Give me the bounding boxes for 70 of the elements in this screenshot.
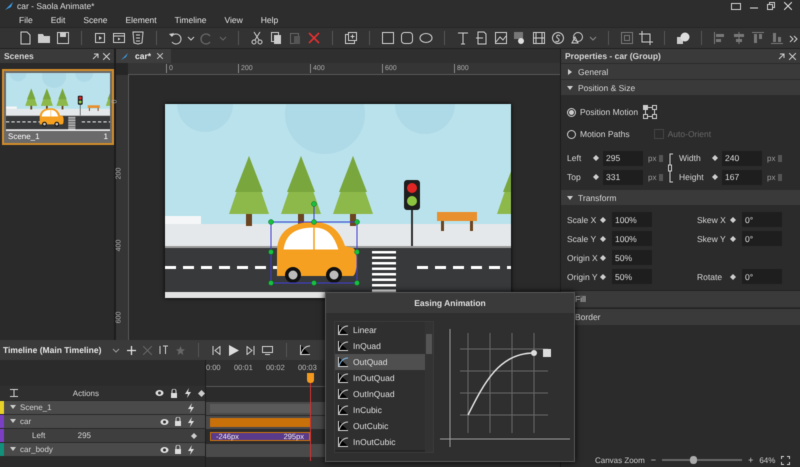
input-field[interactable]: 100% (612, 212, 652, 227)
layer-name[interactable]: car_body (20, 445, 53, 454)
menu-item[interactable]: Help (252, 14, 288, 24)
input-field[interactable]: 295 (603, 150, 643, 166)
column-header: Actions (72, 388, 99, 398)
layer-name[interactable]: car (20, 417, 32, 426)
checkbox-label: Auto-Orient (668, 129, 712, 139)
menu-item[interactable]: File (10, 14, 42, 24)
dialog-title: Easing Animation (326, 293, 574, 313)
input-field[interactable]: 167 (722, 170, 762, 184)
layer-row[interactable]: car (0, 415, 205, 428)
field-label: Width (679, 153, 702, 163)
property-row[interactable]: Left 295 (0, 429, 205, 442)
field-label: Left (567, 153, 582, 163)
menu-item[interactable]: Edit (42, 14, 74, 24)
section-header[interactable]: Position & Size (561, 80, 800, 95)
input-field[interactable]: 50% (612, 269, 652, 284)
field-label: Skew Y (697, 234, 727, 244)
field-label: Origin X (567, 252, 599, 262)
input-field[interactable]: 100% (612, 231, 652, 246)
zoom-out-button[interactable]: − (650, 455, 656, 465)
menu-item[interactable]: View (215, 14, 252, 24)
input-field[interactable]: 0° (742, 231, 782, 246)
zoom-label: Canvas Zoom (595, 456, 645, 464)
layer-name[interactable]: Scene_1 (20, 403, 52, 412)
property-name: Left (32, 431, 46, 440)
unit-label: px (767, 154, 776, 162)
panel-title: Properties - car (Group) (565, 51, 661, 61)
input-field[interactable]: 331 (603, 170, 643, 184)
panel-title: Timeline (Main Timeline) (3, 345, 102, 355)
easing-option[interactable]: OutCubic (335, 418, 425, 434)
field-label: Top (567, 172, 582, 182)
easing-option[interactable]: Linear (335, 322, 425, 338)
zoom-value: 64% (759, 456, 776, 464)
menu-item[interactable]: Scene (74, 14, 116, 24)
easing-option[interactable]: OutQuad (335, 354, 425, 370)
section-header[interactable]: Transform (561, 190, 800, 205)
panel-title: Scenes (4, 51, 34, 61)
unit-label: px (767, 172, 776, 182)
field-label: Scale X (567, 214, 598, 224)
scene-name: Scene_1 (8, 132, 40, 141)
menu-item[interactable]: Timeline (166, 14, 216, 24)
property-value: 295 (78, 431, 91, 440)
scene-number: 1 (104, 132, 108, 141)
input-field[interactable]: 0° (742, 212, 782, 227)
input-field[interactable]: 50% (612, 250, 652, 265)
menu-item[interactable]: Element (116, 14, 166, 24)
field-label: Skew X (697, 214, 727, 224)
radio-label: Motion Paths (580, 129, 630, 139)
input-field[interactable]: 0° (742, 269, 782, 284)
section-header[interactable]: General (561, 64, 800, 79)
easing-option[interactable]: InOutCubic (335, 434, 425, 450)
easing-option[interactable]: InQuad (335, 338, 425, 354)
easing-option[interactable]: InCubic (335, 402, 425, 418)
zoom-in-button[interactable]: + (748, 455, 754, 465)
field-label: Origin Y (567, 272, 599, 282)
field-label: Scale Y (567, 234, 598, 244)
unit-label: px (648, 154, 656, 162)
layer-row[interactable]: Scene_1 (0, 401, 205, 414)
document-tab[interactable]: car* (116, 49, 172, 63)
window-title: car - Saola Animate* (17, 1, 94, 11)
layer-row[interactable]: car_body (0, 443, 205, 456)
field-label: Rotate (697, 272, 724, 282)
easing-option[interactable]: OutInQuad (335, 386, 425, 402)
unit-label: px (648, 172, 656, 182)
section-header[interactable]: Fill (561, 290, 800, 307)
input-field[interactable]: 240 (722, 150, 762, 166)
field-label: Height (679, 172, 705, 182)
radio-label: Position Motion (580, 107, 638, 117)
easing-option[interactable]: InOutQuad (335, 370, 425, 386)
